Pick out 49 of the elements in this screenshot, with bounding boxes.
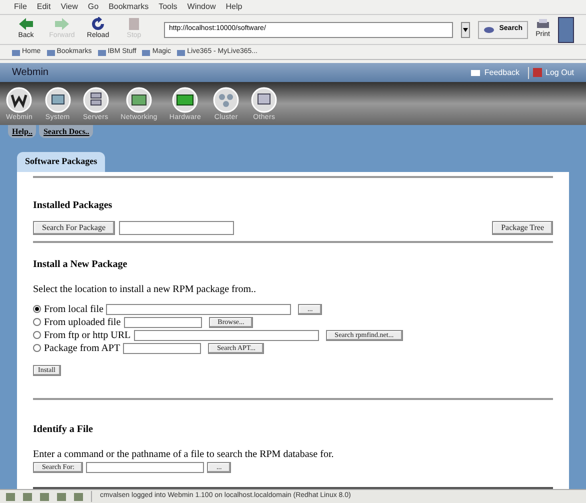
network-card-icon (126, 86, 152, 112)
source-input-field[interactable] (106, 304, 292, 314)
option-label: From ftp or http URL (44, 328, 131, 342)
bookmark-icon (177, 48, 186, 56)
app-title: Webmin (12, 66, 48, 80)
reload-icon (91, 17, 105, 32)
menu-item[interactable]: Help (226, 1, 242, 13)
back-arrow-icon (18, 17, 34, 32)
radio-button[interactable] (33, 344, 41, 352)
help-tab[interactable]: Help.. (8, 125, 36, 138)
option-label: From uploaded file (44, 316, 121, 330)
menu-item[interactable]: Go (88, 1, 99, 13)
menu-item[interactable]: Window (187, 1, 216, 13)
option-label: Package from APT (44, 342, 120, 356)
source-input-field[interactable] (123, 342, 202, 354)
menu-item[interactable]: Tools (158, 1, 178, 13)
computer-icon (44, 86, 71, 112)
radio-button[interactable] (33, 331, 41, 339)
section-heading: Install a New Package (33, 258, 128, 272)
file-input-field[interactable] (86, 462, 204, 472)
bookmark-icon (46, 48, 55, 56)
option-label: From local file (44, 302, 104, 316)
bookmark-icon (12, 48, 20, 56)
bookmark-icon (142, 48, 150, 56)
linked-nodes-icon (213, 86, 240, 112)
menu-item[interactable]: Bookmarks (108, 1, 149, 13)
section-heading: Identify a File (33, 422, 94, 436)
help-tab[interactable]: Search Docs.. (39, 125, 94, 138)
radio-button[interactable] (33, 318, 41, 326)
server-icon (82, 86, 109, 112)
source-input-field[interactable] (124, 316, 202, 328)
radio-button[interactable] (33, 305, 41, 313)
forward-arrow-icon (54, 17, 70, 32)
search-package-button[interactable]: Search For Package (33, 220, 115, 234)
bookmark-icon (98, 48, 106, 56)
menu-item[interactable]: View (60, 1, 78, 13)
menu-item[interactable]: Edit (36, 1, 51, 13)
w-logo-icon (6, 86, 32, 112)
section-heading: Installed Packages (33, 198, 114, 212)
circuit-board-icon (172, 86, 198, 112)
package-input-field[interactable] (118, 220, 234, 234)
package-tree-button[interactable]: Package Tree (492, 220, 553, 234)
printer-icon (536, 18, 550, 30)
instruction-text: Enter a command or the pathname of a file to search the RPM database for. (33, 448, 335, 462)
page-tab[interactable]: Software Packages (17, 152, 106, 172)
computer-icon (251, 86, 278, 112)
menu-item[interactable]: File (14, 1, 27, 13)
instruction-text: Select the location to install a new RPM package from.. (33, 282, 257, 296)
source-input-field[interactable] (134, 330, 319, 340)
